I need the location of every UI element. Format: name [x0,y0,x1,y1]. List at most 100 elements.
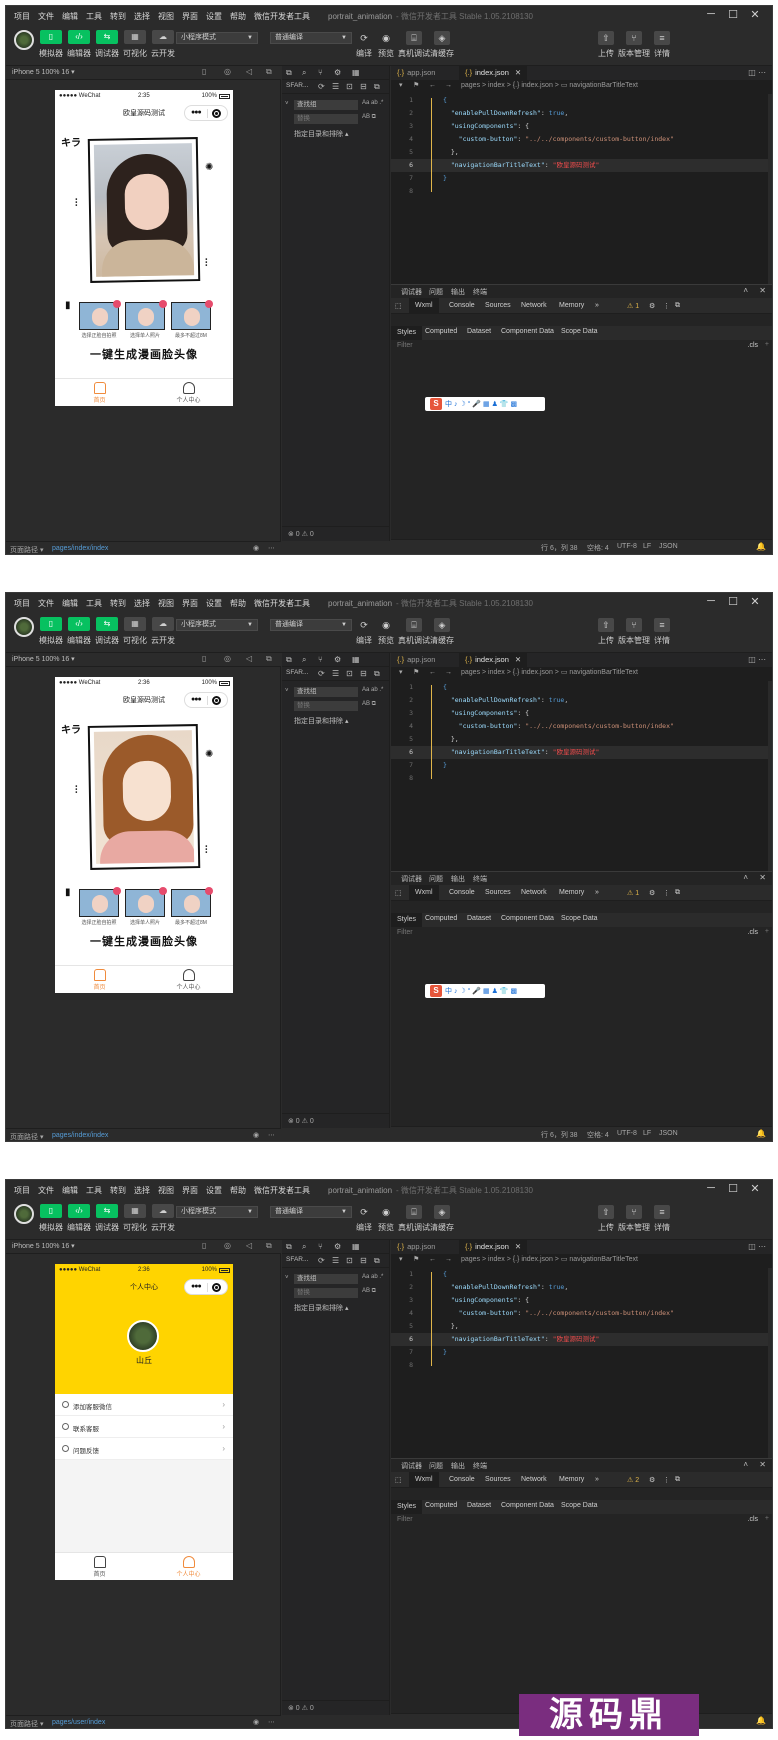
replace-options-icon[interactable]: AB ⧉ [362,701,376,708]
refresh-icon[interactable]: ⟳ [318,669,325,678]
menu-item-project[interactable]: 项目 [14,1185,30,1196]
code-line[interactable]: 1{ [391,1268,772,1281]
bell-icon[interactable]: 🔔 [756,1716,766,1725]
menu-item-edit[interactable]: 编辑 [62,11,78,22]
code-line[interactable]: 2 "enablePullDownRefresh": true, [391,694,772,707]
menu-item-tools[interactable]: 工具 [86,598,102,609]
tab-problems[interactable]: 问题 [429,287,443,297]
search-input[interactable]: 查找组 [294,687,358,697]
branch-icon[interactable]: ⑂ [318,68,323,77]
menu-item-select[interactable]: 选择 [134,11,150,22]
more-icon[interactable]: ●●● [191,109,202,116]
layers-icon[interactable]: ◈ [434,618,450,632]
breadcrumb-path[interactable]: pages > index > {.} index.json > ▭ navig… [461,82,638,89]
breadcrumb-path[interactable]: pages > index > {.} index.json > ▭ navig… [461,669,638,676]
tab-user[interactable]: 个人中心 [144,1556,233,1578]
tab-sources[interactable]: Sources [485,302,511,309]
tab-index-json[interactable]: {.} index.json ✕ [459,653,528,667]
search-options-icon[interactable]: Aa ab .* [362,687,383,693]
new-file-icon[interactable]: ⊡ [346,1256,353,1265]
more-tabs-icon[interactable]: » [595,302,599,309]
tab-component-data[interactable]: Component Data [501,1502,554,1509]
profile-avatar[interactable] [127,1320,159,1352]
collapse-icon[interactable]: ⊟ [360,1256,367,1265]
tab-dataset[interactable]: Dataset [467,915,491,922]
user-avatar[interactable] [14,1204,34,1224]
code-line[interactable]: 6 "navigationBarTitleText": "欧皇源码测试" [391,159,772,172]
close-icon[interactable]: ✕ [759,873,766,882]
tab-debugger[interactable]: 调试器 [401,1461,422,1471]
bell-icon[interactable]: 🔔 [756,1129,766,1138]
close-icon[interactable]: ✕ [744,595,766,608]
menu-item-select[interactable]: 选择 [134,1185,150,1196]
code-line[interactable]: 5 }, [391,733,772,746]
eye-icon[interactable]: ◉ [378,31,394,45]
menu-item-settings[interactable]: 设置 [206,11,222,22]
tab-problems[interactable]: 问题 [429,1461,443,1471]
include-exclude-toggle[interactable]: 指定目录和排除 ▴ [294,1303,348,1313]
menu-item-wechat-devtools[interactable]: 微信开发者工具 [254,11,310,22]
editor-toggle-button[interactable]: ‹/› [68,617,90,631]
layers-icon[interactable]: ◈ [434,1205,450,1219]
dock-icon[interactable]: ⧉ [675,302,680,310]
close-tab-icon[interactable]: ✕ [515,68,521,77]
menu-item-wechat-devtools[interactable]: 微信开发者工具 [254,1185,310,1196]
dock-icon[interactable]: ⧉ [675,1476,680,1484]
phone-icon[interactable]: ▯ [202,1241,206,1250]
split-editor-icon[interactable]: ◫ ⋯ [748,655,766,664]
menu-item-settings[interactable]: 设置 [206,1185,222,1196]
visual-toggle-button[interactable]: ▦ [124,30,146,44]
tab-memory[interactable]: Memory [559,889,584,896]
details-icon[interactable]: ≡ [654,1205,670,1219]
cloud-button[interactable]: ☁ [152,1204,174,1218]
layers-icon[interactable]: ⧉ [374,1256,380,1266]
tab-styles[interactable]: Styles [391,326,423,340]
code-line[interactable]: 1{ [391,681,772,694]
menu-item-file[interactable]: 文件 [38,11,54,22]
user-avatar[interactable] [14,30,34,50]
ime-toolbar[interactable]: S中 ♪ ☽ ° 🎤 ▦ ♟ 👕 ▩ [425,397,545,411]
indent-setting[interactable]: 空格: 4 [587,543,609,553]
back-icon[interactable]: ← [429,667,436,679]
code-line[interactable]: 7} [391,759,772,772]
problems-count[interactable]: ⊗ 0 ⚠ 0 [288,1704,314,1712]
close-icon[interactable]: ✕ [759,286,766,295]
clear-icon[interactable]: ☰ [332,669,339,678]
volume-icon[interactable]: ◁ [246,67,252,76]
page-path-label[interactable]: 页面路径 ▾ [10,545,43,554]
remote-debug-icon[interactable]: ⌸ [406,1205,422,1219]
visual-toggle-button[interactable]: ▦ [124,1204,146,1218]
code-lines[interactable]: 1{2 "enablePullDownRefresh": true, 3 "usi… [391,681,772,801]
refresh-icon[interactable]: ⟳ [318,82,325,91]
eye-icon[interactable]: ◉ [253,1718,259,1726]
version-icon[interactable]: ⑂ [626,31,642,45]
refresh-icon[interactable]: ⟳ [318,1256,325,1265]
more-icon[interactable]: ●●● [191,1283,202,1290]
back-icon[interactable]: ← [429,80,436,92]
clear-icon[interactable]: ☰ [332,82,339,91]
bookmark-icon[interactable]: ⚑ [413,80,419,92]
indent-setting[interactable]: 空格: 4 [587,1130,609,1140]
code-line[interactable]: 3 "usingComponents": { [391,1294,772,1307]
tab-computed[interactable]: Computed [425,915,457,922]
add-rule-icon[interactable]: + [765,341,769,348]
code-line[interactable]: 2 "enablePullDownRefresh": true, [391,1281,772,1294]
tab-app-json[interactable]: {.} app.json [391,653,441,667]
tab-memory[interactable]: Memory [559,1476,584,1483]
more-icon[interactable]: ⋯ [268,1131,275,1139]
tab-terminal[interactable]: 终端 [473,1461,487,1471]
more-icon[interactable]: ●●● [191,696,202,703]
list-item[interactable]: 问题反馈 › [55,1438,233,1460]
ime-toolbar[interactable]: S中 ♪ ☽ ° 🎤 ▦ ♟ 👕 ▩ [425,984,545,998]
cls-toggle[interactable]: .cls [748,342,759,349]
split-editor-icon[interactable]: ◫ ⋯ [748,1242,766,1251]
menu-item-view[interactable]: 视图 [158,598,174,609]
cloud-button[interactable]: ☁ [152,617,174,631]
refresh-icon[interactable]: ⟳ [356,618,372,632]
editor-toggle-button[interactable]: ‹/› [68,1204,90,1218]
tab-memory[interactable]: Memory [559,302,584,309]
tab-terminal[interactable]: 终端 [473,874,487,884]
tab-scope-data[interactable]: Scope Data [561,328,598,335]
simulator-toggle-button[interactable]: ▯ [40,617,62,631]
gear-icon[interactable]: ⚙ [649,1476,655,1484]
